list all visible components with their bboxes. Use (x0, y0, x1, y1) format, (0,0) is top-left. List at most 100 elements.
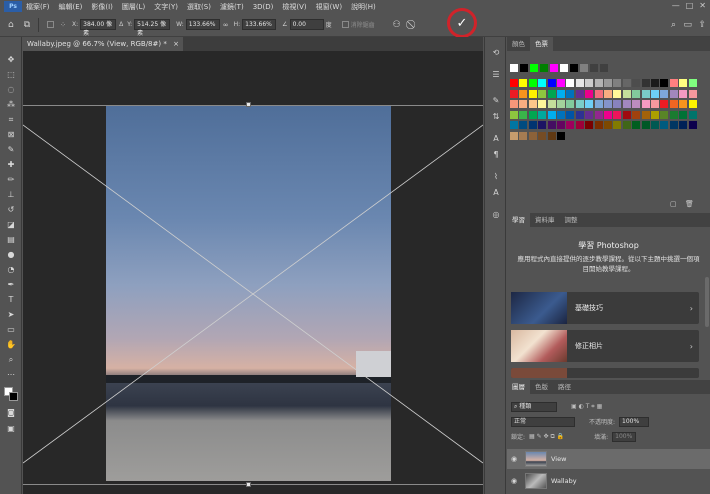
workspace-icon[interactable]: ▭ (683, 20, 692, 30)
swatch[interactable] (528, 121, 537, 129)
swatch[interactable] (688, 89, 697, 98)
marquee-tool-icon[interactable]: ⬚ (5, 69, 17, 81)
swatch[interactable] (566, 121, 575, 129)
move-tool-icon[interactable]: ✥ (5, 54, 17, 66)
clone-stamp-icon[interactable]: ⊥ (5, 189, 17, 201)
crop-tool-icon[interactable]: ⌗ (5, 114, 17, 126)
swatch[interactable] (613, 89, 622, 98)
menu-window[interactable]: 視窗(W) (316, 2, 342, 12)
swatch[interactable] (547, 121, 556, 129)
swatch[interactable] (519, 131, 528, 140)
delete-swatch-icon[interactable]: 🗑 (685, 200, 694, 208)
transform-handle-top[interactable] (246, 102, 251, 107)
menu-layer[interactable]: 圖層(L) (122, 2, 145, 12)
swatch[interactable] (547, 110, 556, 119)
more-tools-icon[interactable]: ⋯ (5, 369, 17, 381)
tab-color[interactable]: 顏色 (507, 37, 530, 51)
swatch[interactable] (566, 100, 575, 108)
swatch[interactable] (519, 100, 528, 108)
swatch[interactable] (641, 100, 650, 108)
menu-select[interactable]: 選取(S) (187, 2, 211, 12)
type-tool-icon[interactable]: T (5, 294, 17, 306)
learn-card-fix-photos[interactable]: 修正相片 › (511, 330, 699, 362)
recent-swatch[interactable] (550, 64, 558, 72)
swatch[interactable] (688, 121, 697, 129)
tab-layers[interactable]: 圖層 (507, 380, 530, 394)
swatch[interactable] (651, 79, 659, 87)
path-select-icon[interactable]: ➤ (5, 309, 17, 321)
lock-icons[interactable]: ▦ ✎ ✥ ⧉ 🔒 (529, 433, 564, 441)
swatch[interactable] (575, 110, 584, 119)
tab-learn[interactable]: 學習 (507, 213, 530, 227)
swatch[interactable] (604, 79, 612, 87)
paragraph-panel-icon[interactable]: ¶ (490, 149, 502, 161)
swatch[interactable] (557, 79, 565, 87)
swatch[interactable] (632, 121, 641, 129)
swatch[interactable] (538, 79, 547, 87)
recent-swatch[interactable] (540, 64, 548, 72)
lasso-tool-icon[interactable]: ◌ (5, 84, 17, 96)
swatch[interactable] (557, 131, 565, 140)
swatch[interactable] (688, 79, 697, 87)
menu-file[interactable]: 檔案(F) (26, 2, 50, 12)
swatch[interactable] (547, 89, 556, 98)
swatch[interactable] (510, 110, 518, 119)
swatch[interactable] (641, 89, 650, 98)
blend-mode-select[interactable]: 正常 (511, 416, 575, 427)
menu-help[interactable]: 說明(H) (351, 2, 376, 12)
swatch[interactable] (566, 89, 575, 98)
swatch[interactable] (604, 110, 612, 119)
dodge-tool-icon[interactable]: ◔ (5, 264, 17, 276)
swatch[interactable] (622, 89, 631, 98)
new-folder-icon[interactable]: ▢ (670, 200, 677, 208)
swatch[interactable] (547, 131, 556, 140)
swatch[interactable] (547, 79, 556, 87)
share-icon[interactable]: ⇪ (698, 20, 706, 30)
swatch[interactable] (688, 110, 697, 119)
background-color-swatch[interactable] (9, 392, 18, 401)
swatch[interactable] (688, 100, 697, 108)
frame-tool-icon[interactable]: ⊠ (5, 129, 17, 141)
swatch[interactable] (660, 100, 669, 108)
swatch[interactable] (585, 100, 594, 108)
swatch[interactable] (679, 100, 688, 108)
paths-panel-icon[interactable]: ⌇ (490, 171, 502, 183)
swatch[interactable] (510, 79, 518, 87)
properties-panel-icon[interactable]: ☰ (490, 69, 502, 81)
swatch[interactable] (538, 110, 547, 119)
swatch[interactable] (519, 79, 528, 87)
tab-paths[interactable]: 路徑 (553, 380, 576, 394)
character-panel-icon[interactable]: A (490, 133, 502, 145)
swatch[interactable] (528, 89, 537, 98)
learn-scrollbar[interactable] (705, 277, 709, 327)
swatch[interactable] (632, 89, 641, 98)
swatch[interactable] (679, 110, 688, 119)
reference-point-toggle[interactable] (47, 21, 55, 28)
brushes-panel-icon[interactable]: ⇅ (490, 111, 502, 123)
swatch[interactable] (651, 89, 659, 98)
swatch[interactable] (622, 110, 631, 119)
brush-settings-icon[interactable]: ✎ (490, 95, 502, 107)
swatch[interactable] (510, 89, 518, 98)
tab-adjustments[interactable]: 調整 (560, 213, 583, 227)
link-icon[interactable]: ∞ (223, 21, 229, 29)
swatch[interactable] (641, 110, 650, 119)
transform-tool-icon[interactable]: ⧉ (24, 20, 30, 30)
swatch[interactable] (575, 79, 584, 87)
swatch[interactable] (519, 110, 528, 119)
recent-swatch[interactable] (590, 64, 598, 72)
swatch[interactable] (510, 121, 518, 129)
recent-swatch[interactable] (600, 64, 608, 72)
swatch[interactable] (622, 79, 631, 87)
swatch[interactable] (538, 100, 547, 108)
swatch[interactable] (613, 100, 622, 108)
menu-image[interactable]: 影像(I) (91, 2, 113, 12)
brush-tool-icon[interactable]: ✏ (5, 174, 17, 186)
tab-swatches[interactable]: 色票 (530, 37, 553, 51)
close-tab-icon[interactable]: × (173, 40, 179, 48)
pen-tool-icon[interactable]: ✒ (5, 279, 17, 291)
document-tab[interactable]: Wallaby.jpeg @ 66.7% (View, RGB/8#) * × (23, 37, 183, 51)
maximize-button[interactable]: □ (686, 1, 694, 10)
adjustments-panel-icon[interactable]: ◎ (490, 209, 502, 221)
swatch[interactable] (679, 121, 688, 129)
